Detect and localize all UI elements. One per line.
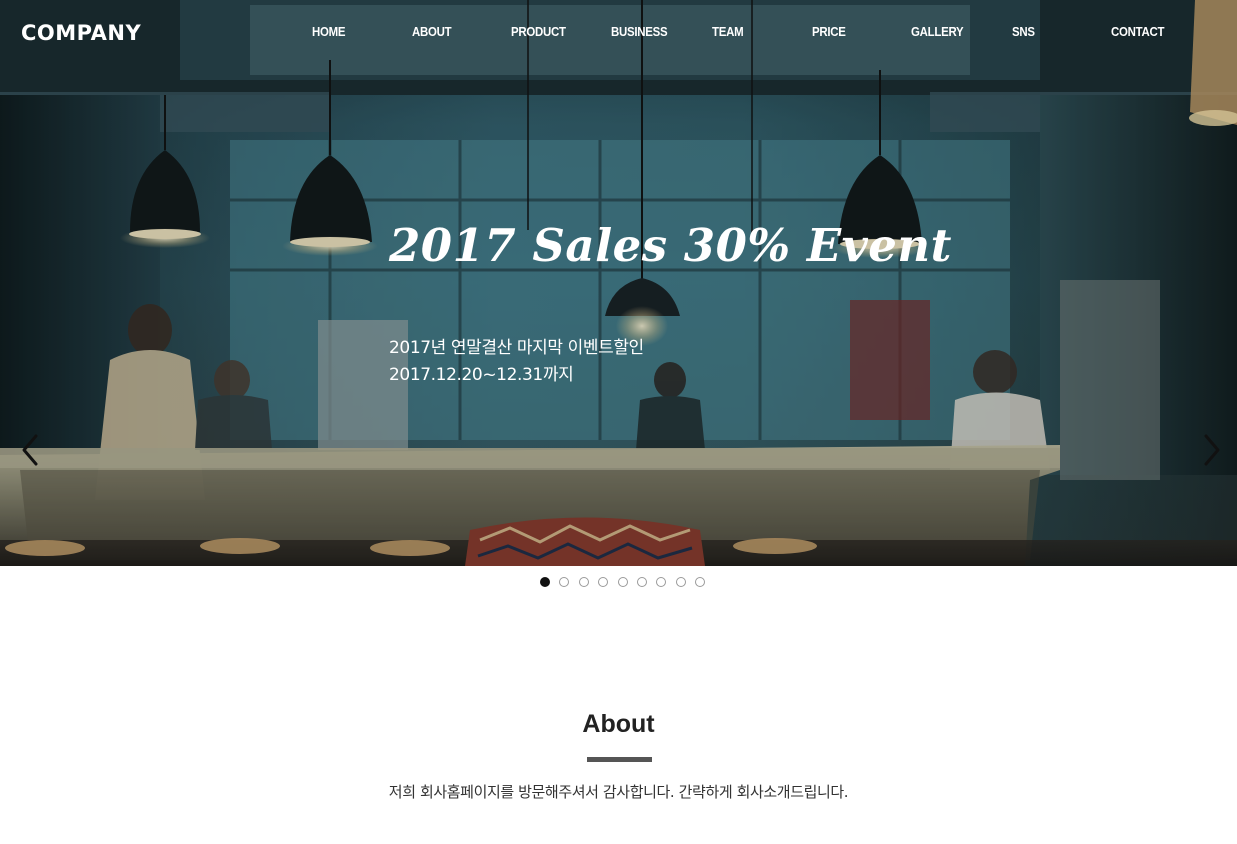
nav-product[interactable]: PRODUCT	[511, 24, 566, 39]
chevron-right-icon	[1204, 434, 1220, 466]
nav-business[interactable]: BUSINESS	[611, 24, 668, 39]
nav-contact[interactable]: CONTACT	[1111, 24, 1164, 39]
about-divider	[587, 757, 652, 762]
hero-background-image	[0, 0, 1237, 566]
about-title: About	[582, 710, 655, 738]
nav-home[interactable]: HOME	[312, 24, 346, 39]
chevron-left-icon	[22, 434, 38, 466]
slider-dot-6[interactable]	[637, 577, 647, 587]
slider-dot-9[interactable]	[695, 577, 706, 587]
hero-title: 2017 Sales 30% Event	[389, 219, 952, 272]
hero-subtitle-line2: 2017.12.20~12.31까지	[389, 365, 574, 385]
nav-price[interactable]: PRICE	[812, 24, 846, 39]
nav-sns[interactable]: SNS	[1012, 24, 1035, 39]
about-description: 저희 회사홈페이지를 방문해주셔서 감사합니다. 간략하게 회사소개드립니다.	[388, 783, 849, 801]
hero-subtitle-line1: 2017년 연말결산 마지막 이벤트할인	[389, 338, 644, 358]
slider-dot-3[interactable]	[578, 577, 589, 587]
nav-team[interactable]: TEAM	[712, 24, 744, 39]
slider-next-button[interactable]	[1196, 432, 1226, 468]
hero-slider: COMPANY HOME ABOUT PRODUCT BUSINESS TEAM…	[0, 0, 1237, 566]
site-header: COMPANY HOME ABOUT PRODUCT BUSINESS TEAM…	[0, 0, 1237, 64]
slider-dot-1[interactable]	[540, 577, 550, 587]
slider-dot-5[interactable]	[617, 577, 628, 587]
nav-about[interactable]: ABOUT	[412, 24, 452, 39]
slider-dot-4[interactable]	[598, 577, 609, 587]
nav-gallery[interactable]: GALLERY	[911, 24, 964, 39]
slider-dot-8[interactable]	[675, 577, 686, 587]
slider-pagination	[540, 577, 710, 587]
slider-dot-2[interactable]	[559, 577, 570, 587]
slider-dot-7[interactable]	[656, 577, 667, 587]
main-nav: HOME ABOUT PRODUCT BUSINESS TEAM PRICE G…	[0, 0, 1237, 64]
slider-prev-button[interactable]	[16, 432, 46, 468]
